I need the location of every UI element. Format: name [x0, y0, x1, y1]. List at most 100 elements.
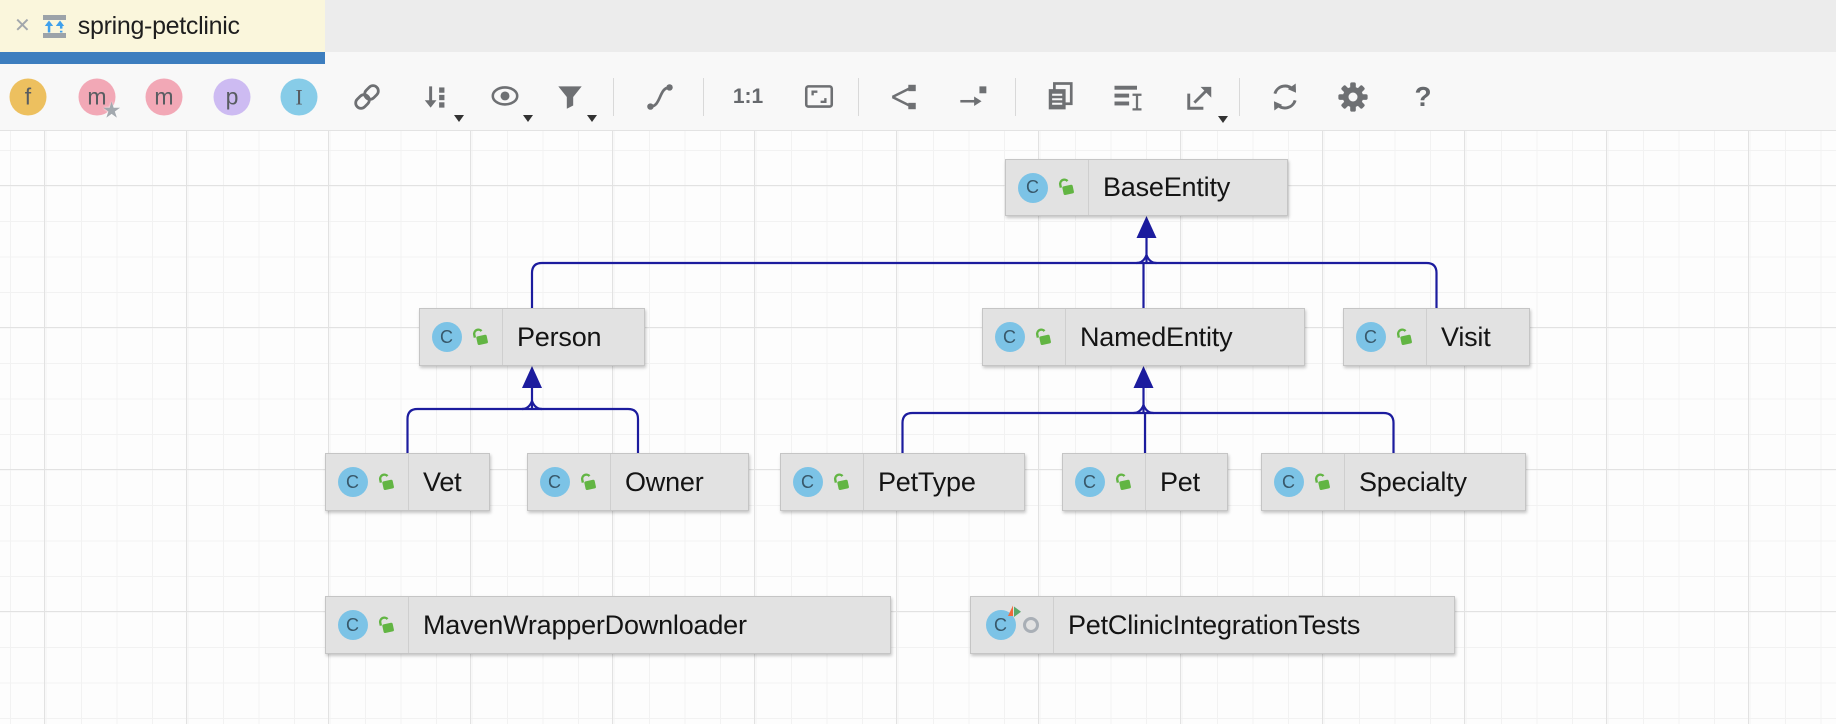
node-icon-cell: C	[420, 309, 503, 365]
node-icon-cell: C	[971, 597, 1054, 653]
inheritance-edge[interactable]	[1134, 405, 1144, 413]
inheritance-edge[interactable]	[903, 413, 1394, 453]
class-icon: C	[986, 610, 1016, 640]
navigate-to-node-button[interactable]	[955, 80, 989, 114]
node-icon-cell: C	[1344, 309, 1427, 365]
node-icon-cell: C	[983, 309, 1066, 365]
help-button[interactable]: ?	[1414, 81, 1431, 113]
node-icon-cell: C	[1262, 454, 1345, 510]
class-node-Person[interactable]: CPerson	[419, 308, 645, 366]
class-node-MavenWrapperDownloader[interactable]: CMavenWrapperDownloader	[325, 596, 891, 654]
class-node-NamedEntity[interactable]: C NamedEntity	[982, 308, 1305, 366]
tab-spring-petclinic[interactable]: ✕ spring-petclinic	[0, 0, 325, 52]
public-lock-icon	[1055, 176, 1077, 199]
properties-icon: p	[214, 79, 251, 116]
public-lock-icon	[1311, 471, 1333, 494]
public-lock-icon	[577, 471, 599, 494]
inheritance-edge[interactable]	[532, 263, 1437, 308]
inheritance-edge[interactable]	[1134, 366, 1154, 388]
class-node-Vet[interactable]: C Vet	[325, 453, 490, 511]
class-node-BaseEntity[interactable]: CBaseEntity	[1005, 159, 1288, 216]
class-node-label: PetClinicIntegrationTests	[1054, 610, 1378, 641]
fit-content-button[interactable]	[801, 80, 837, 114]
export-diagram-button[interactable]	[1182, 79, 1218, 115]
public-lock-icon	[1032, 326, 1054, 349]
class-node-Visit[interactable]: CVisit	[1343, 308, 1530, 366]
public-lock-icon	[1393, 326, 1415, 349]
inheritance-edge[interactable]	[1147, 255, 1157, 263]
class-node-Pet[interactable]: CPet	[1062, 453, 1228, 511]
dropdown-arrow-icon	[587, 115, 597, 122]
class-icon: C	[1274, 467, 1304, 497]
class-node-label: NamedEntity	[1066, 322, 1250, 353]
toolbar-separator	[703, 78, 704, 116]
class-icon: C	[995, 322, 1025, 352]
show-dependencies-button[interactable]	[350, 80, 384, 114]
inheritance-edge[interactable]	[522, 366, 542, 388]
edges-layer	[0, 131, 1836, 724]
diagram-canvas[interactable]: CBaseEntityCPersonCNamedEntityCVisitCVet…	[0, 131, 1836, 724]
edge-router-button[interactable]	[643, 80, 677, 114]
change-scope-button[interactable]	[553, 80, 587, 114]
public-lock-icon	[375, 614, 397, 637]
inner-classes-filter-button[interactable]: I	[281, 79, 318, 116]
uml-diagram-icon	[41, 13, 68, 40]
node-icon-cell: C	[528, 454, 611, 510]
properties-filter-button[interactable]: p	[214, 79, 251, 116]
tab-title: spring-petclinic	[78, 12, 240, 41]
public-lock-icon	[375, 471, 397, 494]
node-icon-cell: C	[1063, 454, 1146, 510]
text-lines-cursor-icon	[1110, 79, 1146, 115]
tab-bar: ✕ spring-petclinic	[0, 0, 1836, 52]
toolbar-separator	[1015, 78, 1016, 116]
public-lock-icon	[469, 326, 491, 349]
visibility-level-button[interactable]	[487, 80, 523, 114]
class-node-Owner[interactable]: C Owner	[527, 453, 749, 511]
actual-size-button[interactable]: 1:1	[733, 85, 763, 109]
class-node-label: Owner	[611, 467, 722, 498]
inheritance-edge[interactable]	[1137, 216, 1157, 238]
node-icon-cell: C	[326, 597, 409, 653]
class-node-label: Vet	[409, 467, 479, 498]
run-test-badge-icon	[1007, 605, 1022, 618]
toolbar-separator	[1239, 78, 1240, 116]
toolbar-separator	[858, 78, 859, 116]
fit-content-icon	[801, 80, 837, 114]
class-node-label: MavenWrapperDownloader	[409, 610, 765, 641]
inheritance-edge[interactable]	[532, 401, 542, 409]
export-icon	[1182, 79, 1218, 115]
class-icon: C	[1075, 467, 1105, 497]
one-to-one-icon: 1:1	[733, 85, 763, 109]
methods-filter-button[interactable]: m	[146, 79, 183, 116]
class-node-PetType[interactable]: CPetType	[780, 453, 1025, 511]
class-icon: C	[338, 467, 368, 497]
arrow-to-node-icon	[955, 80, 989, 114]
inheritance-edge[interactable]	[408, 409, 639, 453]
chain-link-icon	[350, 80, 384, 114]
curved-connector-icon	[643, 80, 677, 114]
class-node-Specialty[interactable]: CSpecialty	[1261, 453, 1526, 511]
sort-down-icon	[420, 80, 454, 114]
branch-layout-icon	[885, 80, 921, 114]
inheritance-edge[interactable]	[1137, 255, 1147, 263]
dropdown-arrow-icon	[523, 115, 533, 122]
class-icon: C	[432, 322, 462, 352]
inheritance-edge[interactable]	[1144, 405, 1154, 413]
refresh-icon	[1267, 79, 1303, 115]
edit-node-text-button[interactable]	[1110, 79, 1146, 115]
inheritance-edge[interactable]	[522, 401, 532, 409]
node-icon-cell: C	[781, 454, 864, 510]
refresh-button[interactable]	[1267, 79, 1303, 115]
copy-diagram-button[interactable]	[1042, 79, 1078, 115]
settings-button[interactable]	[1335, 79, 1371, 115]
fields-filter-button[interactable]: f	[10, 79, 47, 116]
active-tab-underline	[0, 52, 325, 64]
diagram-toolbar: f m★ m p I	[0, 64, 1836, 130]
class-node-PetClinicIntegrationTests[interactable]: C PetClinicIntegrationTests	[970, 596, 1455, 654]
sort-members-button[interactable]	[420, 80, 454, 114]
constructors-filter-button[interactable]: m★	[79, 79, 116, 116]
toolbar-separator	[613, 78, 614, 116]
close-tab-icon[interactable]: ✕	[14, 16, 31, 36]
class-icon: C	[540, 467, 570, 497]
layout-direction-button[interactable]	[885, 80, 921, 114]
